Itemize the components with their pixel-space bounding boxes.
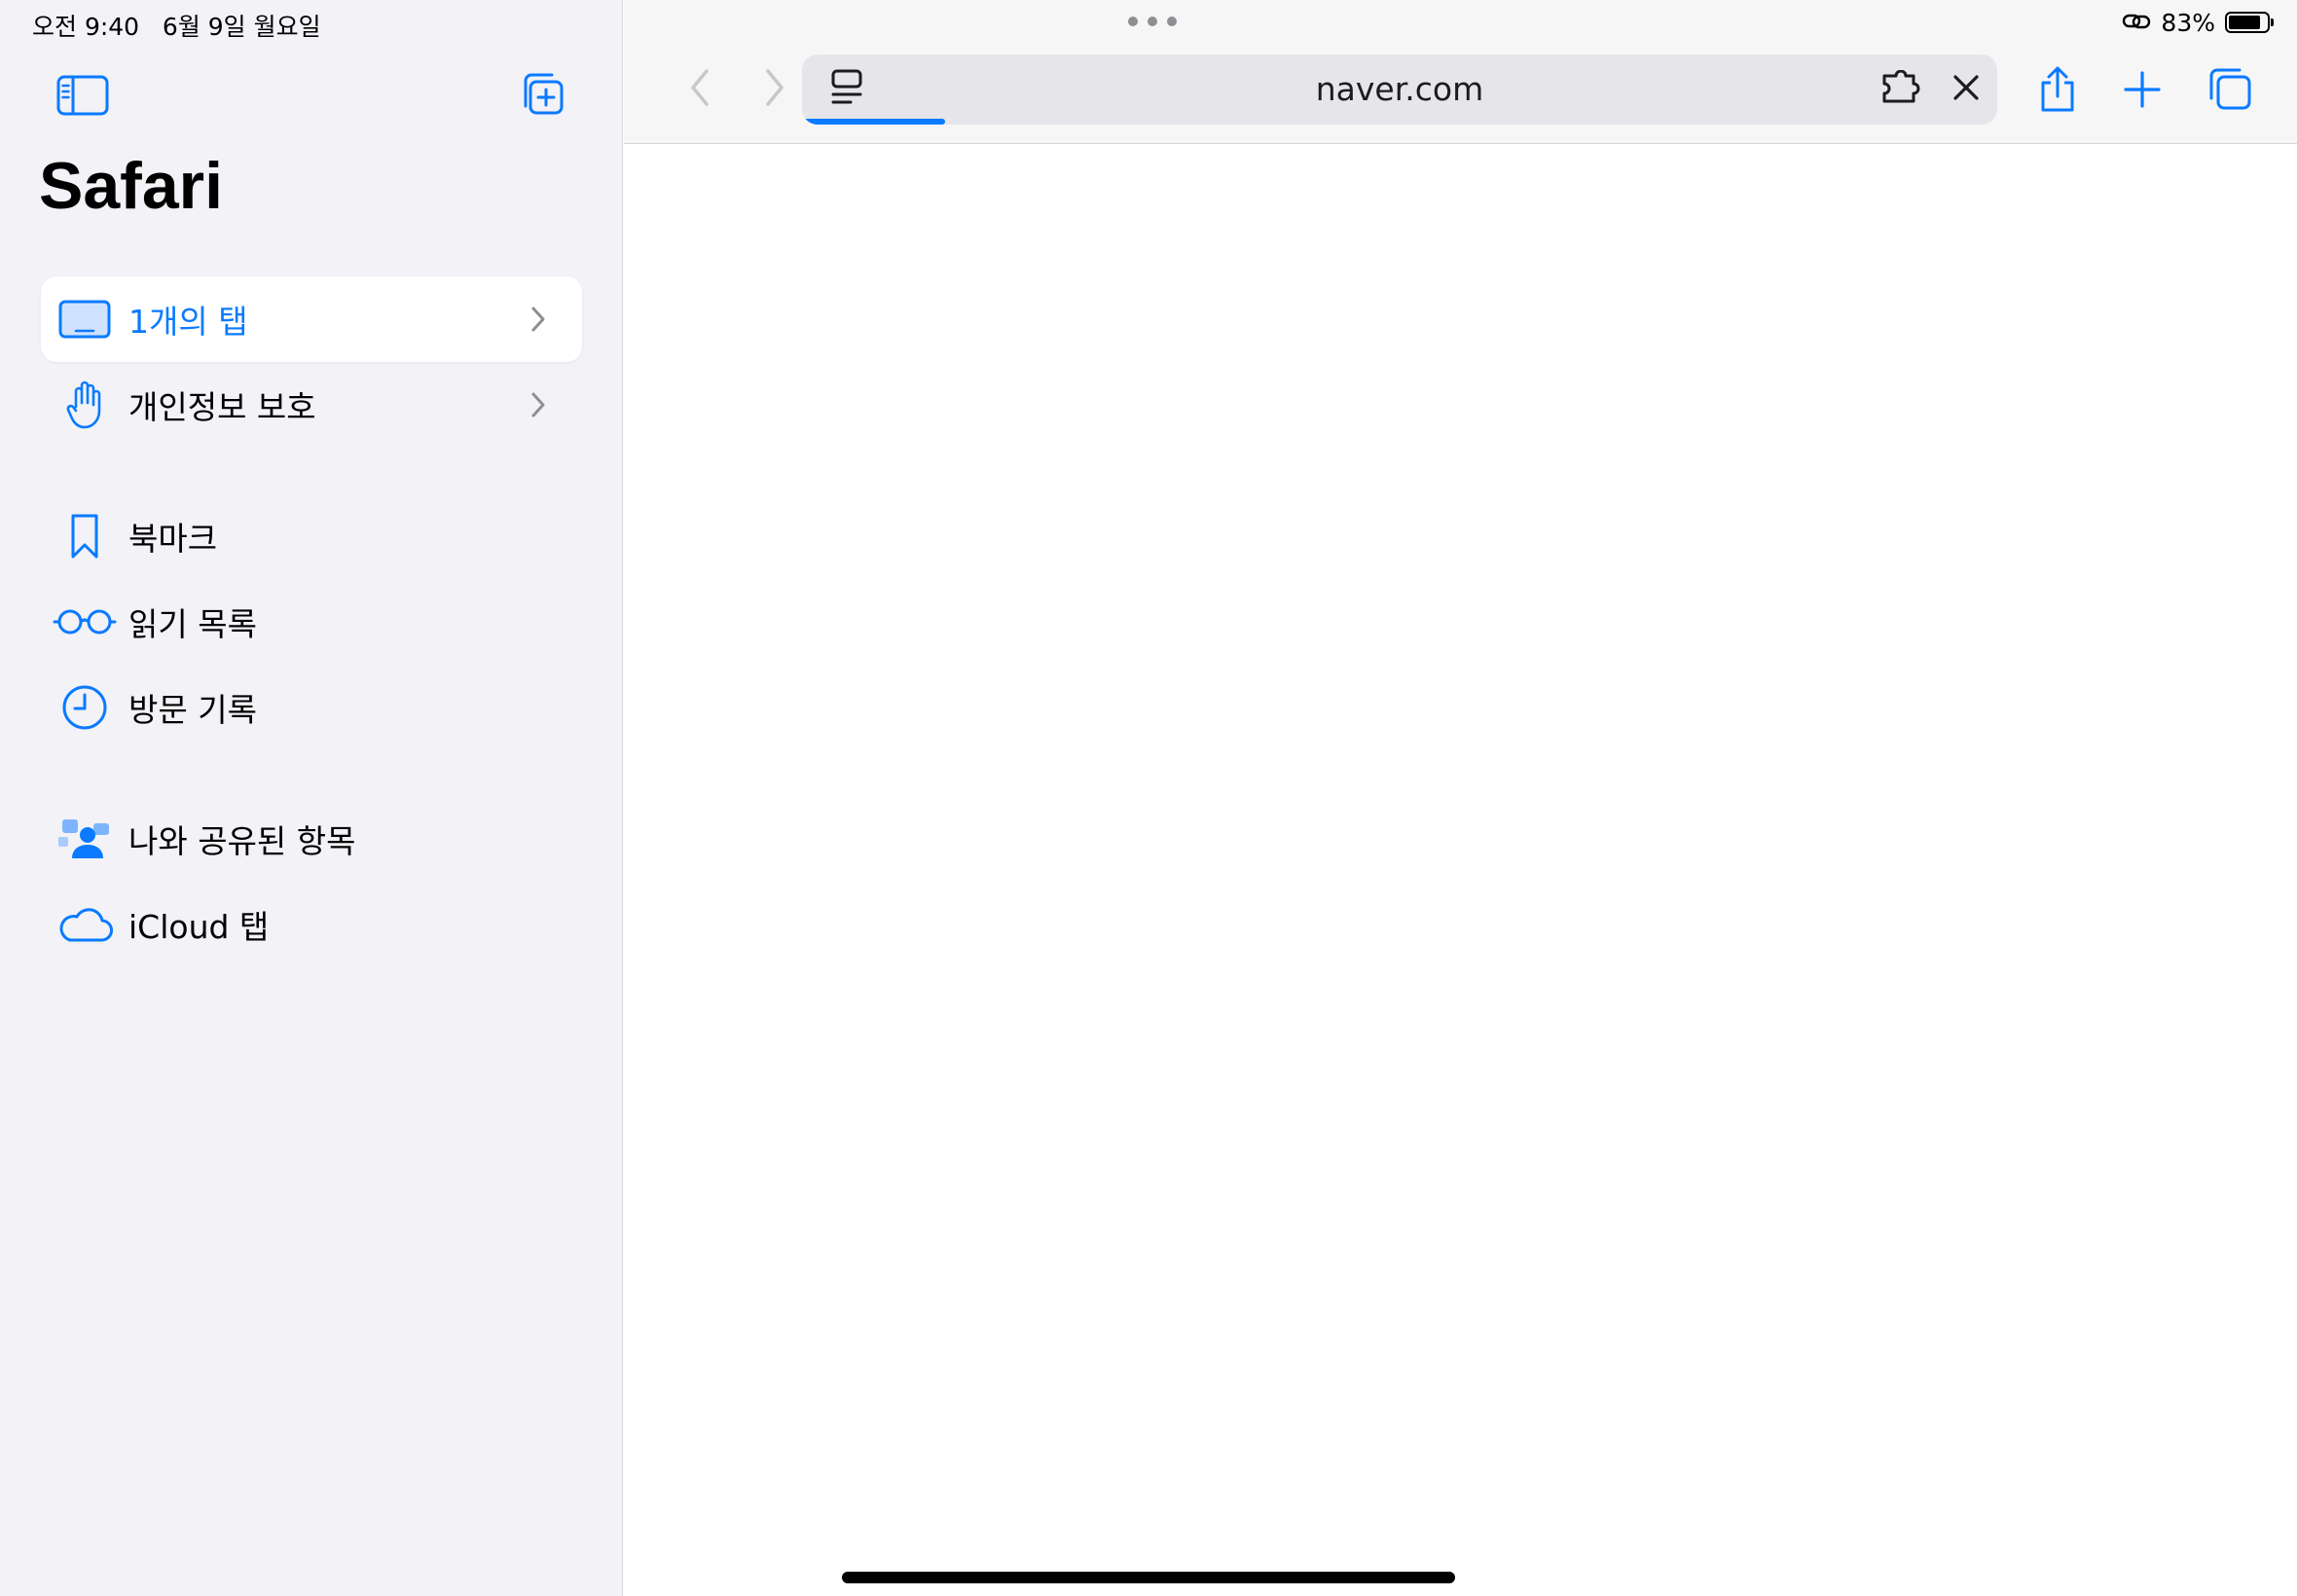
sidebar-item-history[interactable]: 방문 기록 xyxy=(41,665,582,750)
dot-icon xyxy=(1128,17,1138,26)
battery-percentage: 83% xyxy=(2161,8,2215,37)
sidebar-item-label: 나와 공유된 항목 xyxy=(128,822,356,860)
safari-window: 오전 9:40 6월 9일 월요일 Safari 1개의 탭 개인정보 보호 북… xyxy=(0,0,2297,1596)
chevron-right-icon xyxy=(524,300,553,339)
url-text: naver.com xyxy=(1315,70,1484,108)
forward-button[interactable] xyxy=(747,60,802,119)
sidebar-item-label: iCloud 탭 xyxy=(128,908,270,946)
sidebar-item-label: 방문 기록 xyxy=(128,691,257,729)
multitasking-menu[interactable] xyxy=(1128,12,1177,31)
tab-group-icon xyxy=(51,290,119,348)
battery-icon xyxy=(2225,12,2274,33)
shared-with-you-icon xyxy=(51,810,119,868)
browser-main: 83% naver.com xyxy=(624,0,2297,1596)
new-tab-button[interactable] xyxy=(2111,60,2173,123)
extensions-button[interactable] xyxy=(1877,64,1927,115)
chevron-right-icon xyxy=(764,68,785,111)
dot-icon xyxy=(1148,17,1157,26)
tab-overview-button[interactable] xyxy=(2198,60,2260,123)
page-load-progress xyxy=(802,119,946,125)
new-tab-group-button[interactable] xyxy=(512,68,570,127)
plus-icon xyxy=(2123,70,2162,113)
sidebar-item-shared-with-you[interactable]: 나와 공유된 항목 xyxy=(41,796,582,882)
sidebar-item-bookmarks[interactable]: 북마크 xyxy=(41,493,582,579)
sidebar-item-icloud-tabs[interactable]: iCloud 탭 xyxy=(41,882,582,967)
sidebar-item-label: 1개의 탭 xyxy=(128,303,248,341)
sidebar-icon xyxy=(56,74,109,121)
status-bar-right: 83% xyxy=(2122,6,2274,39)
battery-fill xyxy=(2229,16,2260,29)
sidebar-item-privacy[interactable]: 개인정보 보호 xyxy=(41,362,582,448)
sidebar-item-reading-list[interactable]: 읽기 목록 xyxy=(41,579,582,665)
sidebar-toggle-button[interactable] xyxy=(54,68,112,127)
hand-raised-icon xyxy=(51,376,119,434)
link-icon xyxy=(2122,9,2151,37)
cloud-icon xyxy=(51,895,119,954)
share-icon xyxy=(2037,65,2078,118)
address-bar[interactable]: naver.com xyxy=(802,54,1997,125)
browser-toolbar: 83% naver.com xyxy=(624,0,2297,144)
sidebar-item-label: 북마크 xyxy=(128,520,218,558)
sidebar-item-label: 읽기 목록 xyxy=(128,605,257,643)
sidebar-item-label: 개인정보 보호 xyxy=(128,388,316,426)
tabs-overview-icon xyxy=(2206,67,2252,116)
puzzle-piece-icon xyxy=(1880,69,1923,109)
stop-loading-button[interactable] xyxy=(1941,64,1991,115)
clock-icon xyxy=(51,678,119,737)
sidebar-title: Safari xyxy=(39,149,223,223)
sidebar: 오전 9:40 6월 9일 월요일 Safari 1개의 탭 개인정보 보호 북… xyxy=(0,0,623,1596)
bookmark-icon xyxy=(51,507,119,565)
status-time-date: 오전 9:40 6월 9일 월요일 xyxy=(32,13,321,41)
web-content[interactable] xyxy=(624,144,2297,1596)
glasses-icon xyxy=(51,593,119,651)
share-button[interactable] xyxy=(2026,60,2089,123)
sidebar-item-tabs[interactable]: 1개의 탭 xyxy=(41,276,582,362)
back-button[interactable] xyxy=(673,60,727,119)
close-icon xyxy=(1951,73,1981,106)
page-menu-icon xyxy=(829,68,864,111)
chevron-right-icon xyxy=(524,385,553,424)
new-tab-group-icon xyxy=(517,71,565,124)
page-menu-button[interactable] xyxy=(821,64,872,115)
home-indicator[interactable] xyxy=(842,1572,1455,1583)
dot-icon xyxy=(1167,17,1177,26)
chevron-left-icon xyxy=(689,68,711,111)
